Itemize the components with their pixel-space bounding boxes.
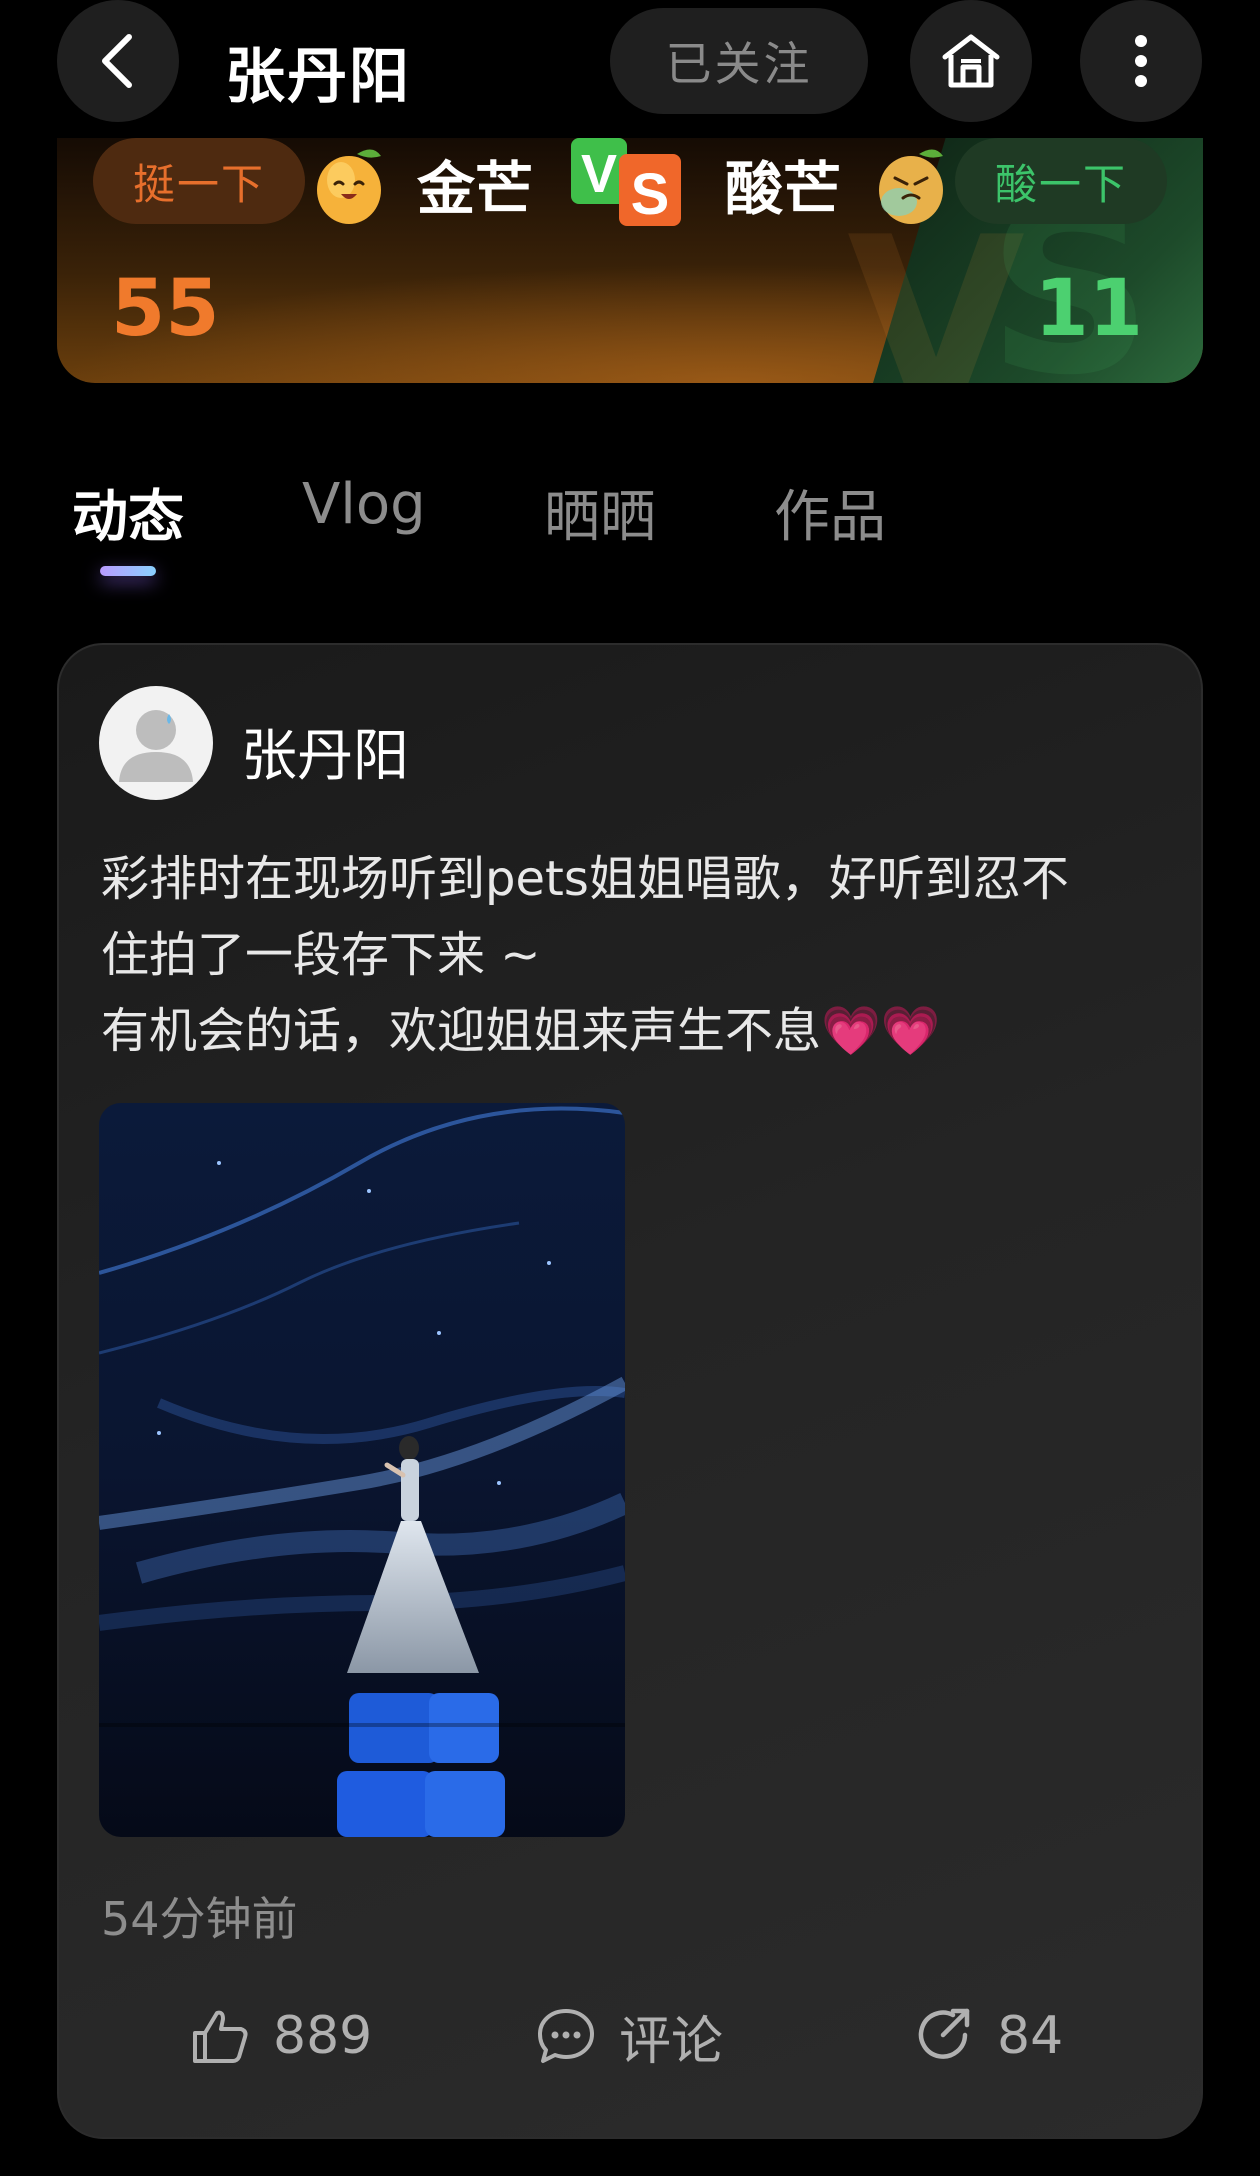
vs-banner: V S 挺一下 金芒 V S 酸芒 酸一下 55 11 [57, 138, 1203, 383]
left-team-name: 金芒 [417, 155, 534, 223]
right-team-name: 酸芒 [725, 155, 842, 223]
post-timestamp: 54分钟前 [101, 1892, 298, 1946]
comment-label: 评论 [619, 2011, 724, 2072]
vs-badge-icon: V S [571, 138, 681, 227]
support-right-button[interactable]: 酸一下 [955, 138, 1167, 224]
svg-text:S: S [631, 162, 670, 227]
more-button[interactable] [1080, 0, 1202, 122]
tab-works[interactable]: 作品 [774, 472, 886, 553]
share-button[interactable]: 84 [913, 2001, 1063, 2071]
stage-performance-image [99, 1103, 625, 1837]
share-icon [918, 2008, 970, 2059]
page-title: 张丹阳 [225, 42, 411, 112]
support-left-button[interactable]: 挺一下 [93, 138, 305, 224]
tab-indicator [100, 566, 156, 576]
post-video-thumbnail[interactable] [99, 1103, 625, 1837]
post-card[interactable]: 张丹阳 彩排时在现场听到pets姐姐唱歌，好听到忍不 住拍了一段存下来 ~ 有机… [57, 643, 1203, 2139]
thumbs-up-icon [193, 2010, 248, 2063]
home-button[interactable] [910, 0, 1032, 122]
default-avatar-icon [119, 710, 193, 782]
post-author[interactable]: 张丹阳 [241, 711, 409, 792]
share-count: 84 [997, 2006, 1064, 2066]
post-text-line: 住拍了一段存下来 ~ [101, 927, 541, 983]
like-button[interactable]: 889 [189, 2001, 372, 2071]
follow-button[interactable]: 已关注 [610, 8, 868, 114]
post-text-line: 彩排时在现场听到pets姐姐唱歌，好听到忍不 [101, 851, 1069, 907]
home-icon [942, 34, 1000, 88]
like-count: 889 [273, 2006, 373, 2066]
right-score: 11 [1034, 264, 1143, 354]
tab-dynamics[interactable]: 动态 [72, 472, 184, 553]
svg-text:V: V [581, 144, 617, 204]
back-button[interactable] [57, 0, 179, 122]
post-text-line-content: 有机会的话，欢迎姐姐来声生不息 [101, 1003, 822, 1059]
comment-button[interactable]: 评论 [535, 2001, 724, 2072]
tab-showcase[interactable]: 晒晒 [544, 472, 656, 553]
tab-vlog[interactable]: Vlog [302, 472, 426, 537]
left-score: 55 [111, 264, 220, 354]
avatar[interactable] [99, 686, 213, 800]
happy-mango-icon [317, 149, 381, 224]
comment-icon [538, 2009, 594, 2063]
heart-emoji-icon: 💗💗 [821, 1003, 941, 1059]
post-text: 彩排时在现场听到pets姐姐唱歌，好听到忍不 住拍了一段存下来 ~ 有机会的话，… [101, 841, 1141, 1069]
more-vertical-icon [1135, 35, 1147, 87]
angry-mango-icon [879, 149, 943, 224]
post-text-line: 有机会的话，欢迎姐姐来声生不息💗💗 [101, 993, 1141, 1069]
chevron-left-icon [102, 34, 132, 88]
page: 张丹阳 已关注 V S 挺一下 金芒 V S 酸芒 酸一下 55 11 动态 V… [0, 0, 1260, 2176]
